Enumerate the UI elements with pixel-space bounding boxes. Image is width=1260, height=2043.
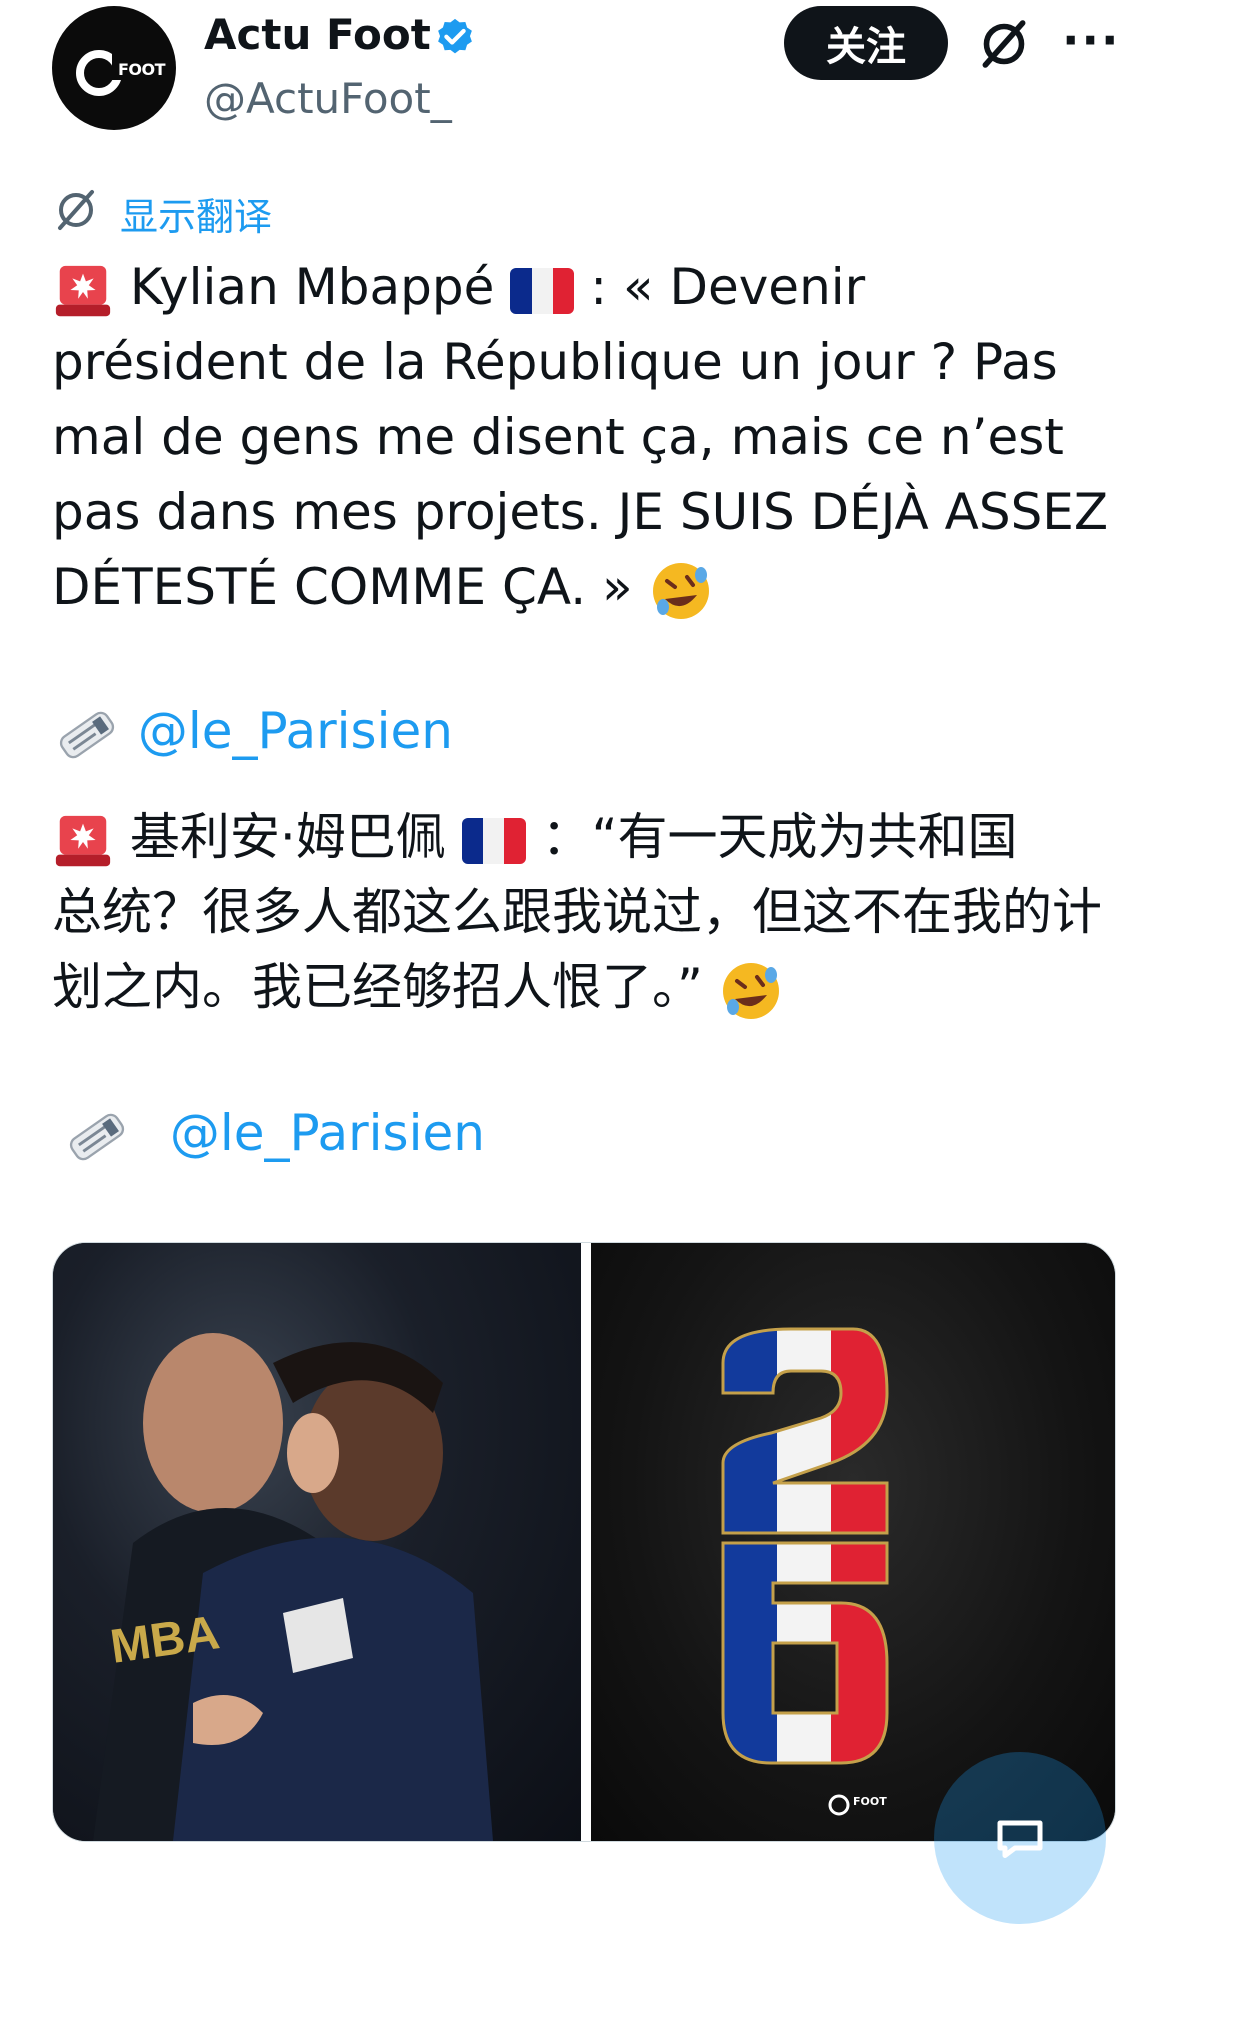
follow-button[interactable]: 关注 xyxy=(784,6,948,80)
rolling-laughing-emoji-icon-2 xyxy=(722,962,779,1019)
quote-start-chinese: ：“有一天成为共和国 xyxy=(541,808,1018,866)
source-row-chinese: @le_Parisien xyxy=(62,1104,485,1167)
author-handle[interactable]: @ActuFoot_ xyxy=(204,74,452,123)
france-flag-26-graphic[interactable]: FOOT xyxy=(591,1243,1115,1841)
author-name[interactable]: Actu Foot xyxy=(204,10,431,59)
show-translation-link[interactable]: 显示翻译 xyxy=(120,186,272,241)
player-name-chinese: 基利安·姆巴佩 xyxy=(129,808,446,866)
rolling-laughing-emoji-icon xyxy=(652,562,709,619)
france-flag-icon xyxy=(510,267,575,314)
avatar-logo-text: FOOT xyxy=(118,60,166,79)
le-parisien-mention[interactable]: @le_Parisien xyxy=(138,702,453,760)
siren-emoji-icon xyxy=(55,265,111,316)
newspaper-emoji-icon xyxy=(59,711,115,758)
avatar[interactable]: FOOT xyxy=(52,6,176,130)
player-name: Kylian Mbappé xyxy=(129,258,495,316)
source-row-french: @le_Parisien xyxy=(52,702,453,765)
verified-badge-icon xyxy=(438,18,472,54)
reply-fab-button[interactable] xyxy=(934,1752,1106,1924)
siren-emoji-icon-2 xyxy=(55,815,111,866)
media-grid[interactable]: MBA FOOT xyxy=(52,1242,1116,1842)
france-flag-icon-2 xyxy=(461,817,526,864)
avatar-logo-ring xyxy=(76,50,124,96)
tweet-text-french: Kylian Mbappé : « Devenir président de l… xyxy=(52,250,1112,625)
le-parisien-mention-2[interactable]: @le_Parisien xyxy=(170,1104,485,1162)
quote-rest-chinese: 总统？很多人都这么跟我说过，但这不在我的计划之内。我已经够招人恨了。” xyxy=(52,883,1102,1016)
newspaper-emoji-icon-2 xyxy=(69,1113,125,1160)
flag-26-illustration xyxy=(721,1327,889,1816)
grok-icon[interactable] xyxy=(976,16,1032,72)
mbappe-macron-photo[interactable]: MBA xyxy=(53,1243,581,1841)
media-divider xyxy=(581,1243,591,1841)
right-image-logo-text: FOOT xyxy=(853,1795,887,1808)
more-options-icon[interactable]: ··· xyxy=(1062,17,1118,70)
grok-translate-icon[interactable] xyxy=(52,186,100,234)
reply-bubble-icon xyxy=(997,1820,1043,1858)
mbappe-macron-illustration: MBA xyxy=(93,1333,493,1841)
tweet-text-chinese: 基利安·姆巴佩 ：“有一天成为共和国 总统？很多人都这么跟我说过，但这不在我的计… xyxy=(52,800,1112,1025)
